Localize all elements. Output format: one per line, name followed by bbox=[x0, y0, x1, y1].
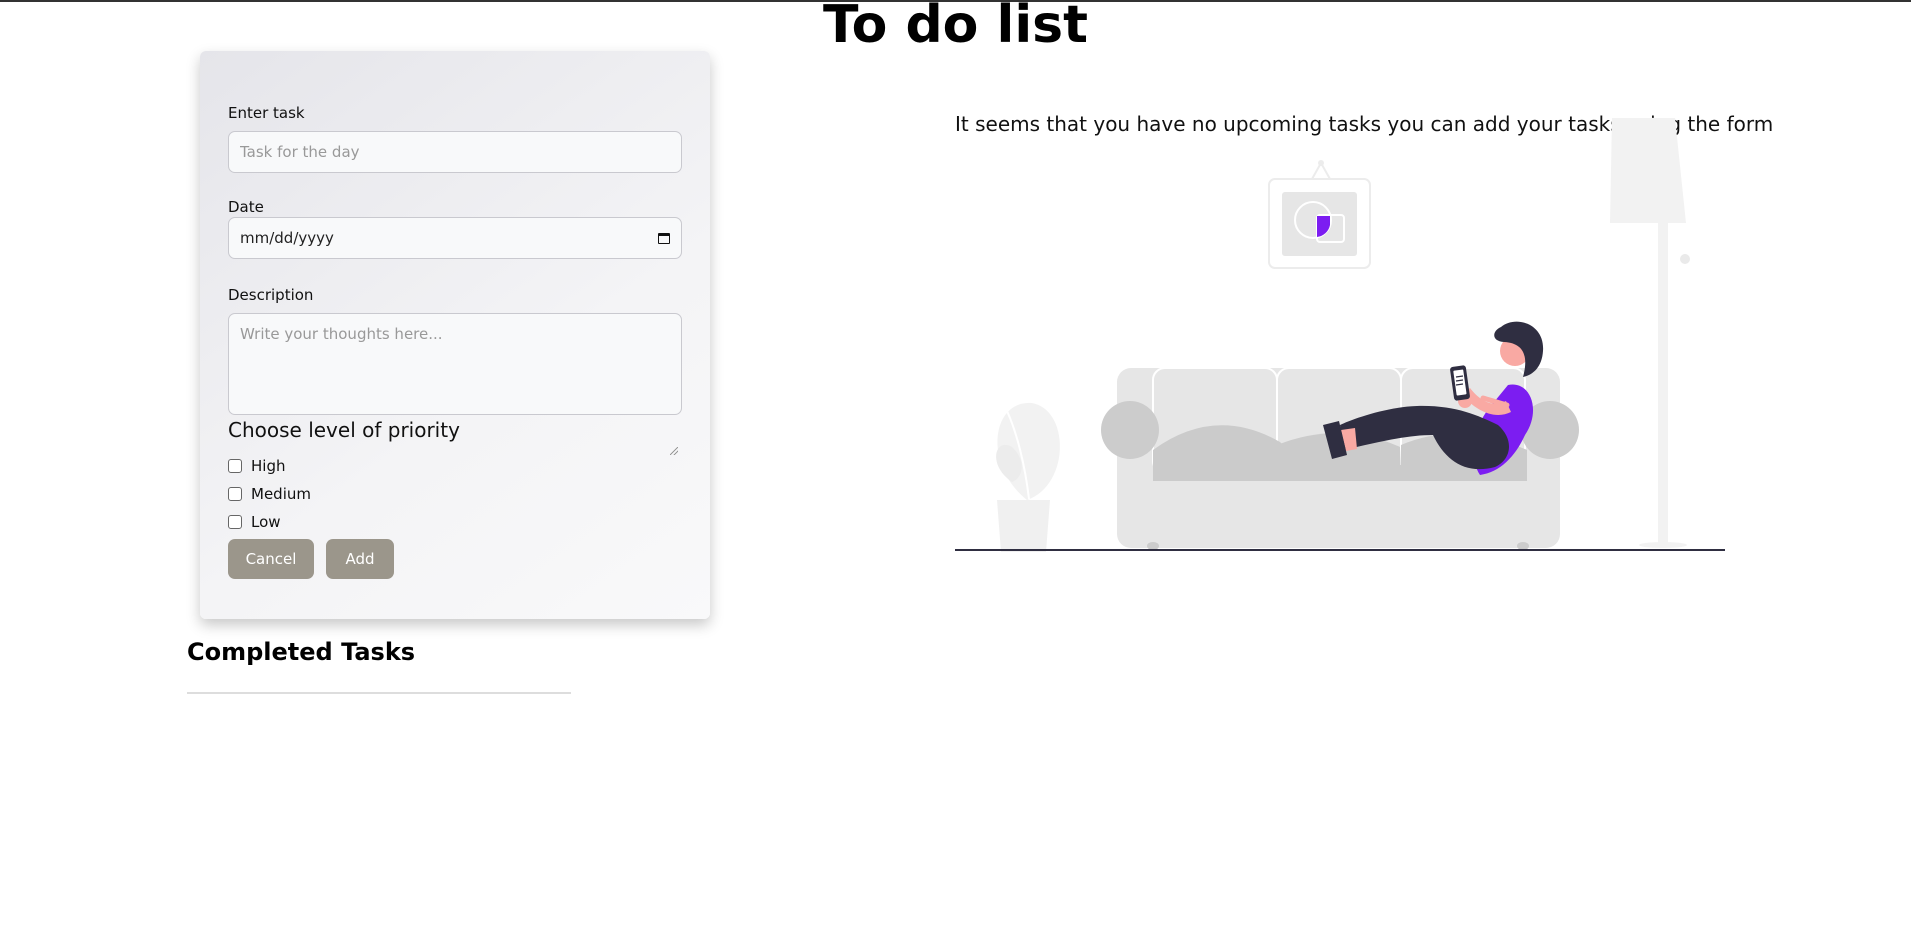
calendar-icon[interactable] bbox=[658, 232, 670, 244]
checkbox-high[interactable] bbox=[228, 459, 242, 473]
relaxing-on-sofa-illustration bbox=[955, 118, 1725, 552]
date-input[interactable]: mm/dd/yyyy bbox=[228, 217, 682, 259]
description-label: Description bbox=[228, 286, 314, 304]
checkbox-medium[interactable] bbox=[228, 487, 242, 501]
description-textarea[interactable] bbox=[228, 313, 682, 415]
checkbox-low[interactable] bbox=[228, 515, 242, 529]
priority-label-high: High bbox=[251, 457, 286, 475]
resize-handle-icon[interactable] bbox=[670, 447, 678, 455]
sofa-armrest-left bbox=[1101, 401, 1159, 459]
lamp-shade-icon bbox=[1610, 118, 1686, 223]
completed-divider bbox=[187, 692, 571, 694]
plant-pot bbox=[997, 500, 1050, 552]
lamp-pole bbox=[1658, 221, 1668, 543]
priority-option-medium[interactable]: Medium bbox=[228, 485, 311, 503]
priority-option-high[interactable]: High bbox=[228, 457, 285, 475]
task-input[interactable] bbox=[228, 131, 682, 173]
page-title: To do list bbox=[823, 0, 1088, 55]
add-button[interactable]: Add bbox=[326, 539, 394, 579]
priority-label-medium: Medium bbox=[251, 485, 311, 503]
cancel-button[interactable]: Cancel bbox=[228, 539, 314, 579]
date-placeholder: mm/dd/yyyy bbox=[240, 229, 334, 247]
floor-line bbox=[955, 549, 1725, 551]
task-form: Enter task Date mm/dd/yyyy Description C… bbox=[200, 51, 710, 619]
task-label: Enter task bbox=[228, 104, 305, 122]
priority-heading: Choose level of priority bbox=[228, 418, 460, 442]
priority-label-low: Low bbox=[251, 513, 281, 531]
completed-tasks-heading: Completed Tasks bbox=[187, 638, 416, 666]
date-label: Date bbox=[228, 198, 264, 216]
priority-option-low[interactable]: Low bbox=[228, 513, 281, 531]
